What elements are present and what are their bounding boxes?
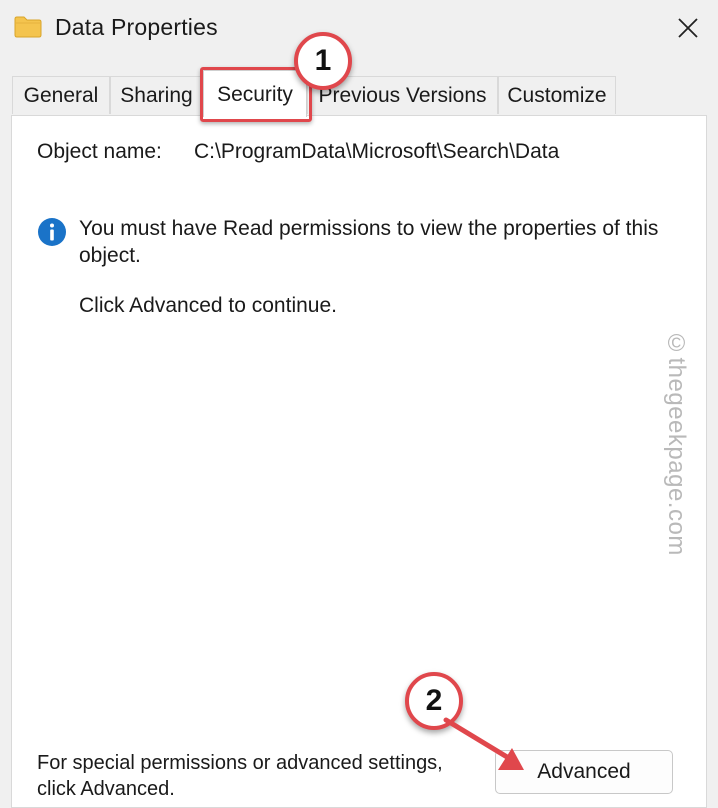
step-1-badge: 1 xyxy=(294,32,352,90)
special-permissions-text: For special permissions or advanced sett… xyxy=(37,752,443,800)
folder-icon xyxy=(14,16,42,38)
title-bar: Data Properties xyxy=(0,0,718,58)
tab-customize[interactable]: Customize xyxy=(498,76,616,114)
info-icon xyxy=(38,218,66,246)
annotation-arrow xyxy=(443,717,524,770)
tab-strip: General Sharing Security Previous Versio… xyxy=(0,70,718,117)
close-icon xyxy=(678,18,698,38)
watermark: ©thegeekpage.com xyxy=(663,330,690,556)
tab-sharing[interactable]: Sharing xyxy=(110,76,203,114)
permission-message: You must have Read permissions to view t… xyxy=(79,217,659,267)
window-title: Data Properties xyxy=(55,14,218,40)
continue-message: Click Advanced to continue. xyxy=(79,294,337,317)
object-name-value: C:\ProgramData\Microsoft\Search\Data xyxy=(194,140,560,163)
security-tab-highlight xyxy=(200,67,312,122)
tab-general[interactable]: General xyxy=(12,76,110,114)
close-button[interactable] xyxy=(664,6,712,50)
object-name-label: Object name: xyxy=(37,140,162,163)
